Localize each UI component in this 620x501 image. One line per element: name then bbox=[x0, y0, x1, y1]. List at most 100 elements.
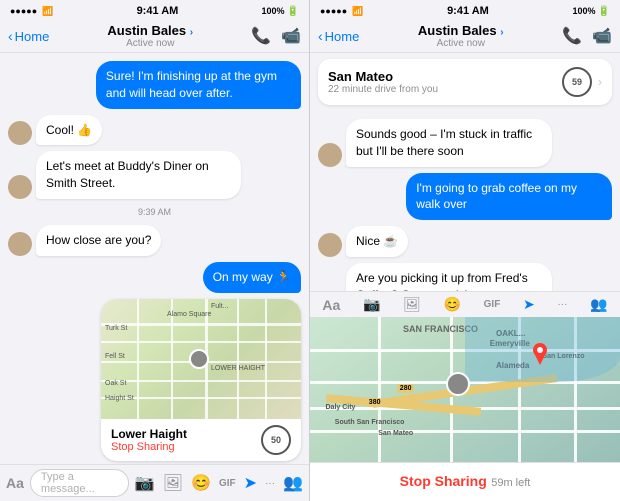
battery-right: 100% 🔋 bbox=[573, 6, 610, 17]
active-status-right: Active now bbox=[359, 38, 562, 49]
lower-h-label: LOWER HAIGHT bbox=[211, 365, 265, 372]
map-footer: Lower Haight Stop Sharing 50 bbox=[101, 419, 301, 461]
more-icon-left[interactable]: ··· bbox=[265, 478, 275, 489]
message-input-left[interactable]: Type a message... bbox=[30, 469, 129, 497]
stop-sharing-button-right[interactable]: Stop Sharing bbox=[400, 473, 487, 489]
message-row: How close are you? bbox=[8, 225, 301, 256]
daly-label: Daly City bbox=[326, 404, 356, 411]
time-left: 9:41 AM bbox=[137, 5, 179, 17]
nav-bar-left: ‹ Home Austin Bales › Active now 📞 📹 bbox=[0, 20, 309, 53]
san-mateo-timer: 59 bbox=[562, 67, 592, 97]
more-icon-right[interactable]: ··· bbox=[557, 299, 567, 310]
nav-title-left: Austin Bales › Active now bbox=[49, 23, 251, 49]
message-row: Sure! I'm finishing up at the gym and wi… bbox=[8, 61, 301, 109]
input-bar-left: Aa Type a message... 📷 🖼 😊 GIF ➤ ··· 👥 bbox=[0, 464, 309, 501]
time-left-value: 59m left bbox=[491, 477, 530, 489]
chevron-left-icon: ‹ bbox=[8, 28, 13, 44]
camera-icon-left[interactable]: 📷 bbox=[135, 473, 155, 493]
toolbar-left: 📷 🖼 😊 GIF ➤ ··· 👥 bbox=[135, 473, 303, 493]
san-mateo-title: San Mateo bbox=[328, 69, 438, 84]
camera-icon-right[interactable]: 📷 bbox=[363, 296, 380, 313]
location-bubble[interactable]: Turk St Alamo Square LOWER HAIGHT Fell S… bbox=[101, 299, 301, 461]
contact-name-left[interactable]: Austin Bales › bbox=[49, 23, 251, 38]
oak-label: Oak St bbox=[105, 380, 126, 387]
alamo-label: Alamo Square bbox=[167, 311, 211, 318]
message-row: Nice ☕ bbox=[318, 226, 612, 257]
aa-button-right[interactable]: Aa bbox=[322, 297, 340, 313]
avatar bbox=[8, 232, 32, 256]
right-phone: ●●●●● 📶 9:41 AM 100% 🔋 ‹ Home Austin Bal… bbox=[310, 0, 620, 501]
highway-label-2: 380 bbox=[366, 398, 384, 407]
avatar-right-2 bbox=[318, 233, 342, 257]
gif-icon-left[interactable]: GIF bbox=[219, 478, 236, 489]
nav-actions-left: 📞 📹 bbox=[251, 26, 301, 46]
location-pin bbox=[189, 349, 209, 369]
highway-label: 280 bbox=[397, 384, 415, 393]
timestamp: 9:39 AM bbox=[8, 207, 301, 217]
message-row: I'm going to grab coffee on my walk over bbox=[318, 173, 612, 221]
bubble-received: Let's meet at Buddy's Diner on Smith Str… bbox=[36, 151, 241, 199]
nav-title-right: Austin Bales › Active now bbox=[359, 23, 562, 49]
message-row: Are you picking it up from Fred's Coffee… bbox=[318, 263, 612, 291]
left-phone: ●●●●● 📶 9:41 AM 100% 🔋 ‹ Home Austin Bal… bbox=[0, 0, 310, 501]
active-status-left: Active now bbox=[49, 38, 251, 49]
avatar bbox=[8, 121, 32, 145]
signal-dots-right: ●●●●● 📶 bbox=[320, 6, 363, 17]
image-icon-right[interactable]: 🖼 bbox=[403, 296, 421, 313]
map-preview: Turk St Alamo Square LOWER HAIGHT Fell S… bbox=[101, 299, 301, 419]
bubble-sent-right: I'm going to grab coffee on my walk over bbox=[406, 173, 612, 221]
status-bar-right: ●●●●● 📶 9:41 AM 100% 🔋 bbox=[310, 0, 620, 20]
bubble-sent: Sure! I'm finishing up at the gym and wi… bbox=[96, 61, 301, 109]
chevron-right-card: › bbox=[598, 75, 602, 89]
emoji-icon-left[interactable]: 😊 bbox=[191, 473, 211, 493]
message-row: On my way 🏃 bbox=[8, 262, 301, 293]
messages-area-left: Sure! I'm finishing up at the gym and wi… bbox=[0, 53, 309, 464]
large-map[interactable]: SAN FRANCISCO OAKL... Emeryville Alameda… bbox=[310, 317, 620, 462]
stop-sharing-button[interactable]: Stop Sharing bbox=[111, 441, 187, 453]
bubble-received: Cool! 👍 bbox=[36, 115, 102, 146]
back-button-left[interactable]: ‹ Home bbox=[8, 28, 49, 44]
contact-name-right[interactable]: Austin Bales › bbox=[359, 23, 562, 38]
message-row: Sounds good – I'm stuck in traffic but I… bbox=[318, 119, 612, 167]
turk-label: Turk St bbox=[105, 325, 127, 332]
san-mateo-subtitle: 22 minute drive from you bbox=[328, 84, 438, 95]
stop-sharing-bar[interactable]: Stop Sharing 59m left bbox=[310, 462, 620, 501]
people-icon-right[interactable]: 👥 bbox=[590, 296, 607, 313]
people-icon-left[interactable]: 👥 bbox=[283, 473, 303, 493]
video-icon-left[interactable]: 📹 bbox=[281, 26, 301, 46]
message-row: Let's meet at Buddy's Diner on Smith Str… bbox=[8, 151, 301, 199]
video-icon-right[interactable]: 📹 bbox=[592, 26, 612, 46]
map-message-row: Turk St Alamo Square LOWER HAIGHT Fell S… bbox=[8, 299, 301, 461]
bubble-received: How close are you? bbox=[36, 225, 161, 256]
gif-icon-right[interactable]: GIF bbox=[484, 299, 501, 310]
avatar-right bbox=[318, 143, 342, 167]
messages-area-right: Sounds good – I'm stuck in traffic but I… bbox=[310, 111, 620, 291]
image-icon-left[interactable]: 🖼 bbox=[163, 473, 183, 493]
back-button-right[interactable]: ‹ Home bbox=[318, 28, 359, 44]
chevron-right-icon: › bbox=[190, 27, 193, 38]
status-bar-left: ●●●●● 📶 9:41 AM 100% 🔋 bbox=[0, 0, 309, 20]
emoji-icon-right[interactable]: 😊 bbox=[444, 296, 461, 313]
timer-badge: 50 bbox=[261, 425, 291, 455]
battery-left: 100% 🔋 bbox=[262, 6, 299, 17]
san-mateo-card[interactable]: San Mateo 22 minute drive from you 59 › bbox=[318, 59, 612, 105]
aa-button-left[interactable]: Aa bbox=[6, 475, 24, 491]
message-row: Cool! 👍 bbox=[8, 115, 301, 146]
haight-label: Haight St bbox=[105, 395, 134, 402]
phone-icon-right[interactable]: 📞 bbox=[562, 26, 582, 46]
time-right: 9:41 AM bbox=[447, 5, 489, 17]
phone-icon-left[interactable]: 📞 bbox=[251, 26, 271, 46]
south-sf-label: South San Francisco bbox=[335, 419, 405, 426]
signal-dots: ●●●●● 📶 bbox=[10, 6, 53, 17]
bubble-received-right-3: Are you picking it up from Fred's Coffee… bbox=[346, 263, 552, 291]
toolbar-right-bar: Aa 📷 🖼 😊 GIF ➤ ··· 👥 bbox=[310, 291, 620, 317]
send-icon-left[interactable]: ➤ bbox=[244, 473, 257, 493]
nav-actions-right: 📞 📹 bbox=[562, 26, 612, 46]
nav-bar-right: ‹ Home Austin Bales › Active now 📞 📹 bbox=[310, 20, 620, 53]
fult-label: Fult... bbox=[211, 303, 229, 310]
bubble-sent: On my way 🏃 bbox=[203, 262, 301, 293]
bubble-received-right: Sounds good – I'm stuck in traffic but I… bbox=[346, 119, 552, 167]
avatar bbox=[8, 175, 32, 199]
send-icon-right[interactable]: ➤ bbox=[523, 296, 535, 313]
chevron-right-icon-right: › bbox=[500, 27, 503, 38]
